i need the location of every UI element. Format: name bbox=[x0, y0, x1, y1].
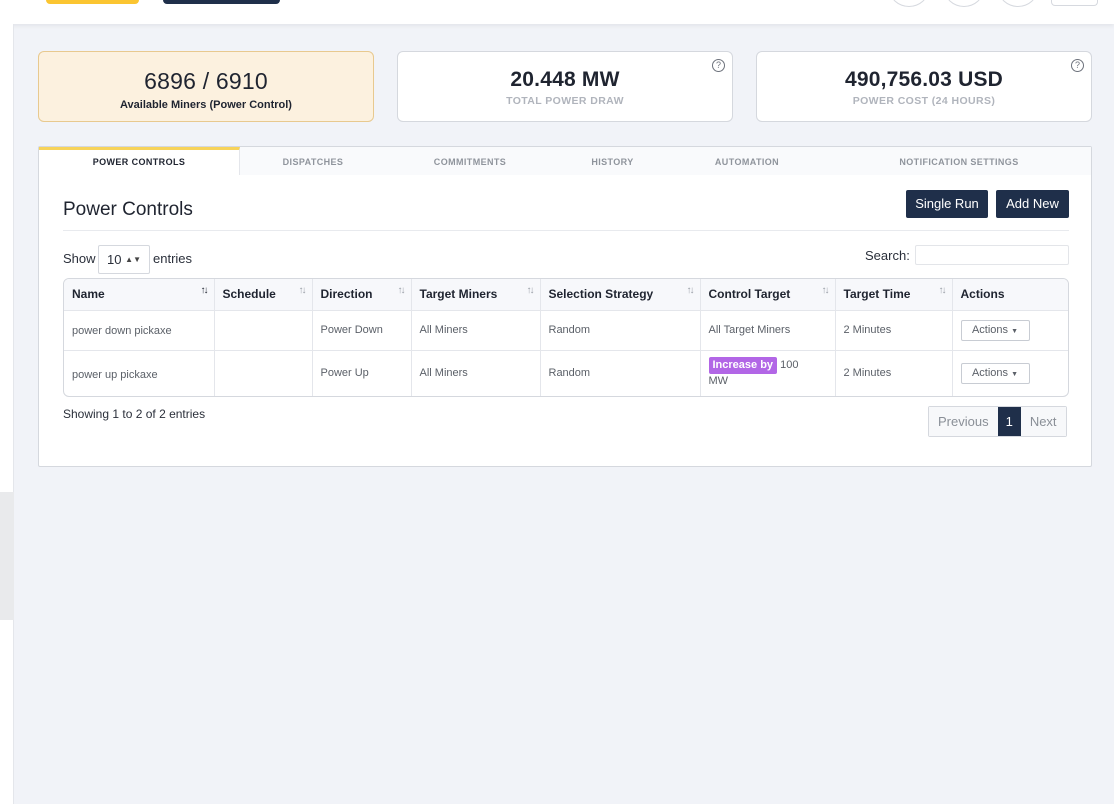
search-input[interactable] bbox=[915, 245, 1069, 265]
entries-label: entries bbox=[153, 251, 193, 266]
actions-label: Actions bbox=[971, 366, 1009, 379]
table-row: power down pickaxe Power Down All Miners… bbox=[64, 310, 1068, 351]
cell-schedule bbox=[214, 310, 313, 351]
sort-icon[interactable]: ↑↓ bbox=[527, 285, 535, 296]
cell-direction: Power Down bbox=[312, 310, 412, 351]
caret-down-icon: ▼ bbox=[1011, 370, 1019, 378]
column-header-label: Schedule bbox=[222, 287, 276, 302]
power-cost-value: 490,756.03 USD bbox=[844, 68, 1004, 91]
top-circle-button-2[interactable] bbox=[944, 0, 984, 7]
add-new-button[interactable]: Add New bbox=[996, 190, 1069, 218]
cell-name: power down pickaxe bbox=[64, 310, 215, 351]
column-header-target-time[interactable]: Target Time ↑↓ bbox=[835, 279, 953, 311]
top-navbar bbox=[0, 0, 1114, 24]
show-label: Show bbox=[63, 251, 96, 266]
cell-target-miners: All Miners bbox=[411, 350, 541, 396]
column-header-control-target[interactable]: Control Target ↑↓ bbox=[700, 279, 836, 311]
help-icon[interactable]: ? bbox=[712, 59, 725, 72]
cell-schedule bbox=[214, 350, 313, 396]
top-circle-button-3[interactable] bbox=[998, 0, 1038, 7]
column-header-direction[interactable]: Direction ↑↓ bbox=[312, 279, 412, 311]
table-info: Showing 1 to 2 of 2 entries bbox=[63, 407, 206, 421]
cell-control-target: Increase by 100 MW bbox=[700, 350, 836, 396]
sort-icon[interactable]: ↑↓ bbox=[398, 285, 406, 296]
top-yellow-button[interactable] bbox=[46, 0, 139, 4]
table-header-row: Name ↑↓ Schedule ↑↓ Direction ↑↓ Target Min… bbox=[64, 279, 1068, 311]
column-header-target-miners[interactable]: Target Miners ↑↓ bbox=[411, 279, 541, 311]
power-controls-table: Name ↑↓ Schedule ↑↓ Direction ↑↓ Target Min… bbox=[63, 278, 1069, 397]
title-divider bbox=[63, 230, 1069, 231]
column-header-label: Control Target bbox=[708, 287, 791, 302]
actions-label: Actions bbox=[971, 323, 1009, 336]
tab-commitments[interactable]: COMMITMENTS bbox=[386, 147, 554, 175]
power-cost-label: POWER COST (24 HOURS) bbox=[852, 95, 996, 107]
search-label: Search: bbox=[865, 248, 910, 263]
total-power-value: 20.448 MW bbox=[510, 68, 620, 91]
tab-automation[interactable]: AUTOMATION bbox=[671, 147, 823, 175]
sort-icon[interactable]: ↑↓ bbox=[822, 285, 830, 296]
cell-target-time: 2 Minutes bbox=[835, 350, 953, 396]
column-header-label: Direction bbox=[320, 287, 373, 302]
top-circle-button-1[interactable] bbox=[889, 0, 929, 7]
next-page-button[interactable]: Next bbox=[1020, 407, 1066, 436]
column-header-actions: Actions bbox=[952, 279, 1068, 311]
cell-name: power up pickaxe bbox=[64, 350, 215, 396]
available-miners-value: 6896 / 6910 bbox=[144, 68, 268, 94]
cell-direction: Power Up bbox=[312, 350, 412, 396]
total-power-card: ? 20.448 MW TOTAL POWER DRAW bbox=[397, 51, 733, 122]
tab-bar: POWER CONTROLS DISPATCHES COMMITMENTS HI… bbox=[39, 147, 1091, 175]
increase-badge: Increase by bbox=[708, 357, 778, 375]
column-header-label: Target Time bbox=[843, 287, 911, 302]
cell-target-time: 2 Minutes bbox=[835, 310, 953, 351]
column-header-name[interactable]: Name ↑↓ bbox=[64, 279, 215, 311]
select-arrows-icon: ▲▼ bbox=[125, 255, 141, 264]
column-header-label: Selection Strategy bbox=[548, 287, 654, 302]
cell-selection-strategy: Random bbox=[540, 310, 701, 351]
available-miners-card: 6896 / 6910 Available Miners (Power Cont… bbox=[38, 51, 374, 122]
tab-power-controls[interactable]: POWER CONTROLS bbox=[39, 147, 240, 175]
entries-select[interactable]: 10 ▲▼ bbox=[98, 245, 150, 274]
sort-icon[interactable]: ↑↓ bbox=[687, 285, 695, 296]
caret-down-icon: ▼ bbox=[1011, 327, 1019, 335]
cell-target-miners: All Miners bbox=[411, 310, 541, 351]
table-row: power up pickaxe Power Up All Miners Ran… bbox=[64, 350, 1068, 396]
column-header-selection-strategy[interactable]: Selection Strategy ↑↓ bbox=[540, 279, 701, 311]
single-run-button[interactable]: Single Run bbox=[906, 190, 988, 218]
tab-dispatches[interactable]: DISPATCHES bbox=[240, 147, 386, 175]
column-header-label: Name bbox=[72, 287, 105, 302]
cell-actions: Actions ▼ bbox=[952, 310, 1068, 351]
actions-dropdown-button[interactable]: Actions ▼ bbox=[960, 362, 1030, 384]
sort-icon[interactable]: ↑↓ bbox=[939, 285, 947, 296]
sidebar-handle[interactable] bbox=[0, 492, 14, 620]
tab-notification-settings[interactable]: NOTIFICATION SETTINGS bbox=[823, 147, 1095, 175]
pagination: Previous 1 Next bbox=[928, 406, 1067, 437]
entries-select-value: 10 bbox=[107, 252, 122, 267]
power-cost-card: ? 490,756.03 USD POWER COST (24 HOURS) bbox=[756, 51, 1092, 122]
power-controls-panel: POWER CONTROLS DISPATCHES COMMITMENTS HI… bbox=[38, 146, 1092, 467]
top-navy-button[interactable] bbox=[163, 0, 280, 4]
page-title: Power Controls bbox=[63, 199, 193, 220]
page-1-button[interactable]: 1 bbox=[997, 407, 1021, 436]
cell-actions: Actions ▼ bbox=[952, 350, 1068, 396]
total-power-label: TOTAL POWER DRAW bbox=[506, 95, 624, 107]
top-user-menu[interactable] bbox=[1051, 0, 1098, 6]
help-icon[interactable]: ? bbox=[1071, 59, 1084, 72]
cell-control-target: All Target Miners bbox=[700, 310, 836, 351]
tab-history[interactable]: HISTORY bbox=[554, 147, 671, 175]
column-header-schedule[interactable]: Schedule ↑↓ bbox=[214, 279, 313, 311]
actions-dropdown-button[interactable]: Actions ▼ bbox=[960, 319, 1030, 341]
available-miners-label: Available Miners (Power Control) bbox=[120, 99, 292, 111]
sort-ascending-icon[interactable]: ↑↓ bbox=[201, 285, 209, 296]
sort-icon[interactable]: ↑↓ bbox=[299, 285, 307, 296]
column-header-label: Actions bbox=[960, 287, 1005, 302]
cell-selection-strategy: Random bbox=[540, 350, 701, 396]
previous-page-button[interactable]: Previous bbox=[929, 407, 998, 436]
column-header-label: Target Miners bbox=[419, 287, 498, 302]
sidebar-edge bbox=[0, 24, 14, 804]
